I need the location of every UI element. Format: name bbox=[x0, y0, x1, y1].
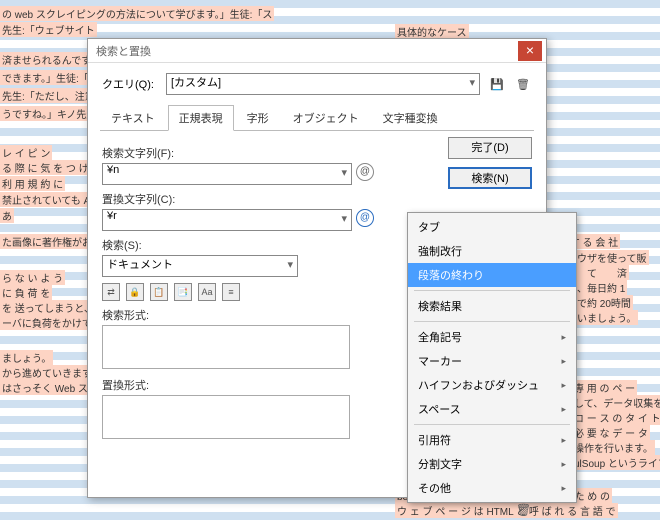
replace-format-box[interactable] bbox=[102, 395, 350, 439]
replace-special-icon[interactable]: @ bbox=[356, 209, 374, 227]
bg-text: して、データ収集を bbox=[572, 395, 660, 410]
tab-transliterate[interactable]: 文字種変換 bbox=[372, 105, 449, 130]
menu-hyphens-dashes[interactable]: ハイフンおよびダッシュ bbox=[408, 373, 576, 397]
menu-break-chars[interactable]: 分割文字 bbox=[408, 452, 576, 476]
find-format-box[interactable] bbox=[102, 325, 350, 369]
search-button[interactable]: 検索(N) bbox=[448, 167, 532, 189]
close-button[interactable]: × bbox=[518, 41, 542, 61]
bg-text: ましょう。 bbox=[0, 350, 53, 365]
menu-tab[interactable]: タブ bbox=[408, 215, 576, 239]
bg-text: うですね。」キノ先生 bbox=[0, 106, 98, 121]
bg-text: ulSoup というライブ bbox=[572, 455, 660, 470]
bg-text: に 負 荷 を bbox=[0, 285, 52, 300]
menu-end-of-paragraph[interactable]: 段落の終わり bbox=[408, 263, 576, 287]
opt-icon-3[interactable]: 📋 bbox=[150, 283, 168, 301]
find-special-icon[interactable]: @ bbox=[356, 163, 374, 181]
titlebar[interactable]: 検索と置換 × bbox=[88, 39, 546, 63]
tab-object[interactable]: オブジェクト bbox=[282, 105, 370, 130]
bg-text: レ イ ピ ン bbox=[0, 145, 52, 160]
tab-regex[interactable]: 正規表現 bbox=[168, 105, 234, 131]
bg-text: 済ませられるんです bbox=[0, 52, 93, 67]
bg-text: 必 要 な デ ー タ bbox=[572, 425, 650, 440]
replace-label: 置換文字列(C): bbox=[102, 191, 532, 207]
find-input[interactable]: ¥n bbox=[102, 163, 352, 185]
menu-markers[interactable]: マーカー bbox=[408, 349, 576, 373]
bg-text: 利 用 規 約 に bbox=[0, 176, 65, 191]
menu-separator bbox=[414, 424, 570, 425]
opt-icon-4[interactable]: 📑 bbox=[174, 283, 192, 301]
bg-text: 具体的なケース bbox=[395, 24, 469, 39]
menu-search-result[interactable]: 検索結果 bbox=[408, 294, 576, 318]
special-char-menu: タブ 強制改行 段落の終わり 検索結果 全角記号 マーカー ハイフンおよびダッシ… bbox=[407, 212, 577, 503]
dialog-title: 検索と置換 bbox=[92, 43, 518, 59]
bg-text: 専 用 の ペ ー bbox=[572, 380, 637, 395]
save-query-icon[interactable]: 💾 bbox=[488, 75, 506, 93]
bg-text: ウ ェ ブ ペ ー ジ は HTML と 呼 ば れ る 言 語 で bbox=[395, 503, 618, 518]
opt-icon-2[interactable]: 🔒 bbox=[126, 283, 144, 301]
menu-other[interactable]: その他 bbox=[408, 476, 576, 500]
tab-text[interactable]: テキスト bbox=[100, 105, 166, 130]
menu-quotes[interactable]: 引用符 bbox=[408, 428, 576, 452]
menu-separator bbox=[414, 290, 570, 291]
bg-text: を 送ってしまうと、 bbox=[0, 300, 96, 315]
opt-icon-1[interactable]: ⇄ bbox=[102, 283, 120, 301]
opt-icon-6[interactable]: ≡ bbox=[222, 283, 240, 301]
query-label: クエリ(Q): bbox=[102, 76, 158, 92]
bg-text: はさっそく Web スク bbox=[0, 380, 100, 395]
bg-text: できます。」生徒:「会 bbox=[0, 70, 101, 85]
menu-forced-linebreak[interactable]: 強制改行 bbox=[408, 239, 576, 263]
bg-text: 先生:「ただし、注意 bbox=[0, 88, 97, 103]
bg-text: コ ー ス の タ イ ト bbox=[572, 410, 660, 425]
tab-strip: テキスト 正規表現 字形 オブジェクト 文字種変換 bbox=[100, 105, 534, 131]
menu-fullwidth-symbols[interactable]: 全角記号 bbox=[408, 325, 576, 349]
opt-icon-5[interactable]: Aa bbox=[198, 283, 216, 301]
bg-text: 先生:「ウェブサイト bbox=[0, 22, 97, 37]
menu-spaces[interactable]: スペース bbox=[408, 397, 576, 421]
bg-text: 禁止されていても A bbox=[0, 192, 92, 207]
bg-text: あ bbox=[0, 208, 14, 223]
tab-glyph[interactable]: 字形 bbox=[236, 105, 280, 130]
bg-text: の web スクレイピングの方法について学びます。」生徒:「ス bbox=[0, 6, 274, 21]
bg-text: た画像に著作権がお bbox=[0, 234, 94, 249]
bg-text: 操作を行います。 bbox=[572, 440, 655, 455]
done-button[interactable]: 完了(D) bbox=[448, 137, 532, 159]
replace-format-clear-icon[interactable]: 🗑 bbox=[516, 503, 532, 519]
scope-select[interactable]: ドキュメント bbox=[102, 255, 298, 277]
replace-input[interactable]: ¥r bbox=[102, 209, 352, 231]
bg-text: ら な い よ う bbox=[0, 270, 65, 285]
delete-query-icon[interactable]: 🗑 bbox=[514, 75, 532, 93]
query-select[interactable]: [カスタム] bbox=[166, 73, 480, 95]
menu-separator bbox=[414, 321, 570, 322]
